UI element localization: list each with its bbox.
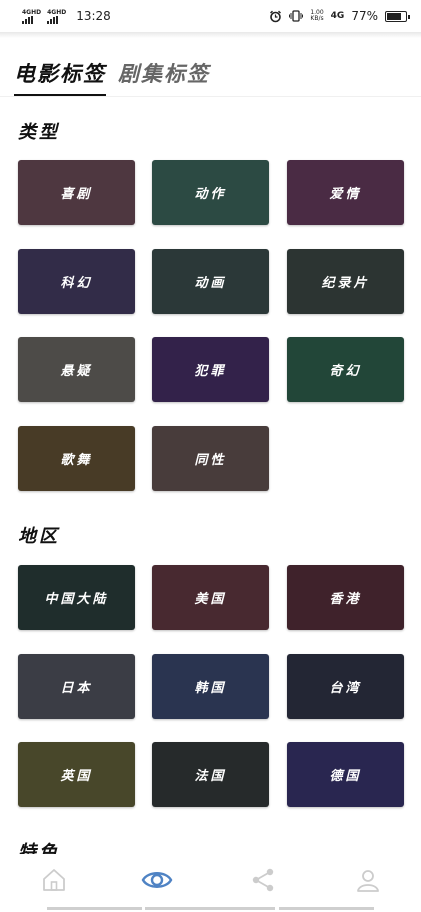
sim1-label: 4GHD: [22, 8, 42, 16]
section-title-genre: 类型: [18, 122, 60, 143]
region-tile[interactable]: 韩国: [152, 653, 269, 719]
genre-tile[interactable]: 动作: [152, 160, 269, 225]
signal-bars-icon: [47, 15, 59, 24]
region-tile[interactable]: 日本: [18, 653, 135, 719]
nav-indicator-line: [279, 907, 374, 910]
tab-bar: 电影标签 剧集标签: [14, 58, 210, 97]
region-tile[interactable]: 法国: [152, 742, 269, 807]
nav-share[interactable]: [247, 864, 279, 896]
nav-indicator-line: [145, 907, 275, 910]
region-tile[interactable]: 美国: [152, 565, 269, 630]
status-shadow: [0, 32, 421, 38]
status-right: 1.00 KB/s 4G 77%: [269, 9, 410, 23]
battery-percent: 77%: [351, 9, 378, 23]
region-tile[interactable]: 香港: [287, 565, 404, 630]
status-bar: 4GHD 4GHD 13:28 1.00 KB/s 4G 77%: [0, 0, 421, 32]
section-title-region: 地区: [18, 526, 60, 547]
nav-profile[interactable]: [352, 864, 384, 896]
genre-tile[interactable]: 犯罪: [152, 337, 269, 402]
network-type: 4G: [330, 11, 345, 21]
tab-movie-tags[interactable]: 电影标签: [14, 58, 106, 97]
tabs-divider: [0, 96, 421, 97]
nav-indicator-line: [47, 907, 142, 910]
region-tile[interactable]: 台湾: [287, 653, 404, 719]
network-speed: 1.00 KB/s: [310, 10, 323, 22]
tab-series-tags[interactable]: 剧集标签: [118, 58, 210, 97]
region-tile[interactable]: 德国: [287, 742, 404, 807]
genre-tile[interactable]: 喜剧: [18, 160, 135, 225]
home-icon: [43, 869, 65, 891]
sim1-signal: 4GHD: [22, 9, 41, 24]
alarm-icon: [270, 10, 282, 22]
genre-tile[interactable]: 悬疑: [18, 337, 135, 402]
battery-fill: [387, 12, 401, 20]
genre-tile[interactable]: 爱情: [287, 160, 404, 225]
sim2-signal: 4GHD: [47, 9, 66, 24]
nav-home[interactable]: [38, 864, 70, 896]
vibrate-icon: [289, 10, 304, 22]
genre-tile[interactable]: 同性: [152, 425, 269, 491]
region-tile[interactable]: 中国大陆: [18, 565, 135, 630]
genre-tile[interactable]: 歌舞: [18, 425, 135, 491]
speed-unit: KB/s: [310, 15, 324, 22]
signal-bars-icon: [22, 15, 33, 24]
nav-browse[interactable]: [141, 864, 173, 896]
sim2-label: 4GHD: [47, 8, 67, 16]
region-tile[interactable]: 英国: [18, 742, 135, 807]
bottom-nav: [0, 854, 421, 912]
genre-tile[interactable]: 奇幻: [287, 337, 404, 402]
share-icon: [252, 868, 274, 892]
eye-icon: [141, 872, 173, 888]
status-left: 4GHD 4GHD 13:28: [22, 9, 111, 24]
genre-tile[interactable]: 动画: [152, 248, 269, 314]
battery-icon: [385, 10, 410, 22]
user-icon: [357, 870, 379, 892]
status-time: 13:28: [76, 9, 111, 23]
genre-tile[interactable]: 纪录片: [287, 248, 404, 314]
genre-tile[interactable]: 科幻: [18, 248, 135, 314]
